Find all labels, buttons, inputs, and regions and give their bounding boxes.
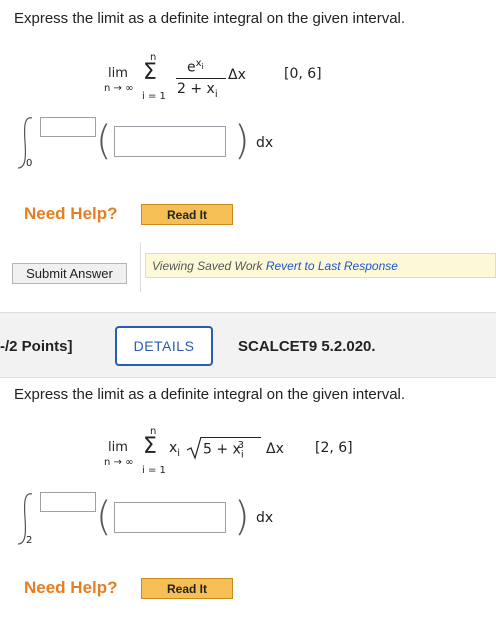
divider	[140, 242, 141, 292]
term: xi	[169, 440, 181, 459]
saved-work-text: Viewing Saved Work	[152, 259, 263, 273]
lim-label: lim	[108, 440, 128, 455]
right-paren: )	[234, 118, 250, 164]
right-paren: )	[234, 494, 250, 540]
sum-lower-index: i = 1	[142, 465, 166, 476]
lim-subscript: n → ∞	[104, 83, 134, 94]
dx-label: dx	[256, 510, 274, 526]
revert-link[interactable]: Revert to Last Response	[266, 259, 398, 273]
sigma-symbol: Σ	[143, 434, 157, 459]
fraction-bar	[176, 78, 226, 79]
details-button[interactable]: DETAILS	[115, 326, 213, 366]
sum-lower-index: i = 1	[142, 91, 166, 102]
lim-label: lim	[108, 66, 128, 81]
delta-x: Δx	[228, 67, 246, 83]
interval: [0, 6]	[284, 66, 322, 82]
delta-x: Δx	[266, 441, 284, 457]
dx-label: dx	[256, 135, 274, 151]
left-paren: (	[96, 494, 112, 540]
limit-expression: n lim n → ∞ Σ i = 1 exi 2 + xi Δx	[100, 50, 270, 120]
need-help-label: Need Help?	[24, 204, 118, 223]
question-prompt: Express the limit as a definite integral…	[14, 10, 406, 27]
interval: [2, 6]	[315, 440, 353, 456]
radicand: 5 + xi3	[203, 440, 244, 461]
question-prompt: Express the limit as a definite integral…	[14, 386, 406, 403]
read-it-button[interactable]: Read It	[141, 204, 233, 225]
numerator: exi	[187, 58, 204, 76]
lim-subscript: n → ∞	[104, 457, 134, 468]
points-label: -/2 Points]	[0, 338, 73, 355]
integrand-input[interactable]	[114, 126, 226, 157]
upper-limit-input[interactable]	[40, 492, 96, 512]
upper-limit-input[interactable]	[40, 117, 96, 137]
integral-lower-limit: 2	[26, 535, 33, 546]
question-header: -/2 Points] DETAILS SCALCET9 5.2.020.	[0, 312, 496, 378]
question-code: SCALCET9 5.2.020.	[238, 338, 376, 355]
limit-expression: n lim n → ∞ Σ i = 1 xi 5 + xi3 Δx	[100, 424, 300, 484]
denominator: 2 + xi	[177, 81, 218, 100]
saved-work-bar: Viewing Saved Work Revert to Last Respon…	[145, 253, 496, 278]
read-it-button[interactable]: Read It	[141, 578, 233, 599]
submit-answer-button[interactable]: Submit Answer	[12, 263, 127, 284]
need-help-label: Need Help?	[24, 578, 118, 597]
integral-lower-limit: 0	[26, 158, 33, 169]
sqrt-sign	[186, 436, 202, 460]
integrand-input[interactable]	[114, 502, 226, 533]
sqrt-bar	[201, 437, 261, 438]
sigma-symbol: Σ	[143, 60, 157, 85]
left-paren: (	[96, 118, 112, 164]
